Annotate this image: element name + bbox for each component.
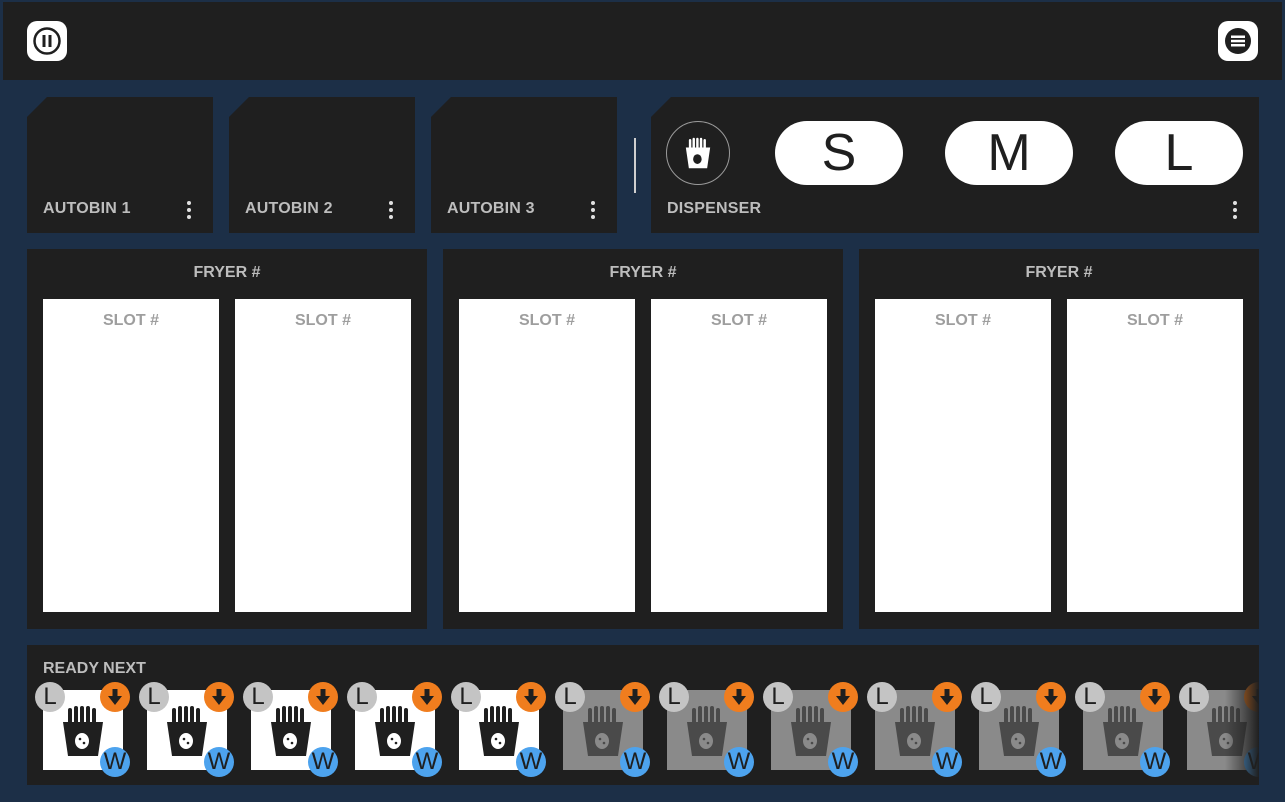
size-badge: L [451,682,481,712]
ready-item[interactable]: LW [555,682,650,777]
fries-icon [375,706,415,756]
arrow-down-icon[interactable] [204,682,234,712]
size-badge: L [35,682,65,712]
ready-next-title: READY NEXT [43,660,146,677]
arrow-down-icon[interactable] [932,682,962,712]
pause-icon [33,27,61,55]
arrow-down-icon[interactable] [724,682,754,712]
size-badge: L [659,682,689,712]
ready-item[interactable]: LW [139,682,234,777]
size-badge: L [555,682,585,712]
fryer-slot[interactable]: SLOT # [1067,299,1243,612]
w-badge: W [1036,747,1066,777]
ready-item[interactable]: LW [971,682,1066,777]
fryer-title: FRYER # [1025,264,1093,281]
w-badge: W [516,747,546,777]
size-badge: L [243,682,273,712]
fryer-slot[interactable]: SLOT # [875,299,1051,612]
w-badge: W [932,747,962,777]
ready-next-panel: READY NEXT LWLWLWLWLWLWLWLWLWLWLWLW [27,645,1259,785]
fryer-slot[interactable]: SLOT # [459,299,635,612]
autobin-panel-2[interactable]: AUTOBIN 2 [229,97,415,233]
arrow-down-icon[interactable] [828,682,858,712]
fries-icon [791,706,831,756]
pause-button[interactable] [27,21,67,61]
fries-icon [1103,706,1143,756]
autobin-panel-3[interactable]: AUTOBIN 3 [431,97,617,233]
w-badge: W [724,747,754,777]
arrow-down-icon[interactable] [1140,682,1170,712]
w-badge: W [308,747,338,777]
fryer-slot[interactable]: SLOT # [43,299,219,612]
fryer-slot[interactable]: SLOT # [651,299,827,612]
size-s-button[interactable]: S [775,121,903,185]
fries-icon [479,706,519,756]
ready-item[interactable]: LW [35,682,130,777]
divider [634,138,636,193]
autobin-label: AUTOBIN 3 [447,200,535,217]
arrow-down-icon[interactable] [412,682,442,712]
dispenser-label: DISPENSER [667,200,762,217]
ready-item[interactable]: LW [1075,682,1170,777]
fries-icon [687,706,727,756]
slot-label: SLOT # [102,312,159,329]
fries-icon [583,706,623,756]
slot-label: SLOT # [710,312,767,329]
slot-label: SLOT # [934,312,991,329]
fryer-title: FRYER # [193,264,261,281]
ready-item[interactable]: LW [451,682,546,777]
fries-icon [685,137,711,169]
w-badge: W [412,747,442,777]
ready-item[interactable]: LW [867,682,962,777]
more-vert-icon[interactable] [389,201,393,219]
ready-item[interactable]: LW [347,682,442,777]
more-vert-icon[interactable] [187,201,191,219]
w-badge: W [100,747,130,777]
more-vert-icon[interactable] [591,201,595,219]
size-badge: L [867,682,897,712]
arrow-down-icon[interactable] [308,682,338,712]
w-badge: W [828,747,858,777]
fryer-title: FRYER # [609,264,677,281]
w-badge: W [1140,747,1170,777]
w-badge: W [204,747,234,777]
w-badge: W [620,747,650,777]
fries-icon [167,706,207,756]
size-badge: L [347,682,377,712]
fries-icon [895,706,935,756]
menu-icon [1225,28,1251,54]
arrow-down-icon[interactable] [620,682,650,712]
autobin-panel-1[interactable]: AUTOBIN 1 [27,97,213,233]
fryer-slot[interactable]: SLOT # [235,299,411,612]
autobin-label: AUTOBIN 1 [43,200,131,217]
size-badge: L [971,682,1001,712]
fries-icon [63,706,103,756]
fries-icon [271,706,311,756]
ready-item[interactable]: LW [243,682,338,777]
menu-button[interactable] [1218,21,1258,61]
more-vert-icon[interactable] [1233,201,1237,219]
dispenser-button[interactable] [666,121,730,185]
fries-icon [999,706,1039,756]
autobin-label: AUTOBIN 2 [245,200,333,217]
size-m-button[interactable]: M [945,121,1073,185]
slot-label: SLOT # [518,312,575,329]
arrow-down-icon[interactable] [100,682,130,712]
slot-label: SLOT # [294,312,351,329]
ready-item[interactable]: LW [763,682,858,777]
top-bar [3,2,1282,80]
size-badge: L [1179,682,1209,712]
size-badge: L [763,682,793,712]
size-badge: L [1075,682,1105,712]
arrow-down-icon[interactable] [516,682,546,712]
size-l-button[interactable]: L [1115,121,1243,185]
size-badge: L [139,682,169,712]
arrow-down-icon[interactable] [1036,682,1066,712]
slot-label: SLOT # [1126,312,1183,329]
scroll-fade [1225,645,1259,785]
ready-item[interactable]: LW [659,682,754,777]
